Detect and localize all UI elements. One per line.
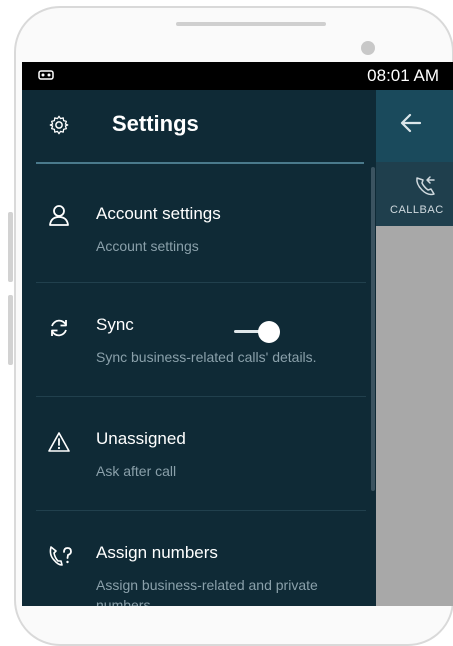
page-title: Settings: [112, 111, 199, 136]
status-bar: 08:01 AM: [22, 62, 453, 90]
speaker-grille: [176, 22, 326, 26]
menu-item-description: Assign business-related and private numb…: [96, 577, 318, 606]
menu-item-label: Assign numbers: [96, 543, 218, 562]
sync-toggle[interactable]: [232, 321, 282, 343]
warning-icon: [48, 432, 70, 452]
menu-item-assign-numbers[interactable]: Assign numbers Assign business-related a…: [22, 511, 367, 606]
menu-item-account-settings[interactable]: Account settings Account settings: [22, 170, 367, 284]
menu-item-label: Unassigned: [96, 429, 186, 448]
menu-item-label: Account settings: [96, 204, 221, 223]
menu-item-description: Account settings: [96, 238, 199, 254]
menu-item-description: Sync business-related calls' details.: [96, 349, 317, 365]
cassette-icon: [38, 70, 54, 80]
sync-icon: [51, 319, 67, 337]
menu-item-label: Sync: [96, 315, 134, 334]
screen: 08:01 AM CALLBAC Settings Account settin…: [22, 62, 453, 606]
menu-item-unassigned[interactable]: Unassigned Ask after call: [22, 397, 367, 511]
settings-drawer: Settings Account settings Account settin…: [22, 90, 376, 606]
volume-up-button: [8, 212, 13, 282]
back-arrow-icon[interactable]: [398, 110, 424, 136]
toggle-thumb[interactable]: [258, 321, 280, 343]
tab-callback[interactable]: CALLBAC: [390, 204, 444, 216]
drawer-header: Settings: [22, 90, 376, 164]
header-divider: [36, 162, 364, 164]
scrollbar[interactable]: [371, 167, 375, 491]
menu-item-description: Ask after call: [96, 463, 177, 479]
person-icon: [49, 205, 69, 226]
front-camera: [361, 41, 375, 55]
app-pane: CALLBAC: [376, 90, 453, 606]
callback-icon[interactable]: [414, 174, 436, 198]
phone-question-icon: [49, 546, 72, 566]
menu-item-sync[interactable]: Sync Sync business-related calls' detail…: [22, 283, 367, 397]
gear-icon: [49, 115, 69, 135]
app-header: [376, 90, 453, 162]
status-time: 08:01 AM: [367, 66, 439, 85]
volume-down-button: [8, 295, 13, 365]
app-tabbar: CALLBAC: [376, 162, 453, 226]
